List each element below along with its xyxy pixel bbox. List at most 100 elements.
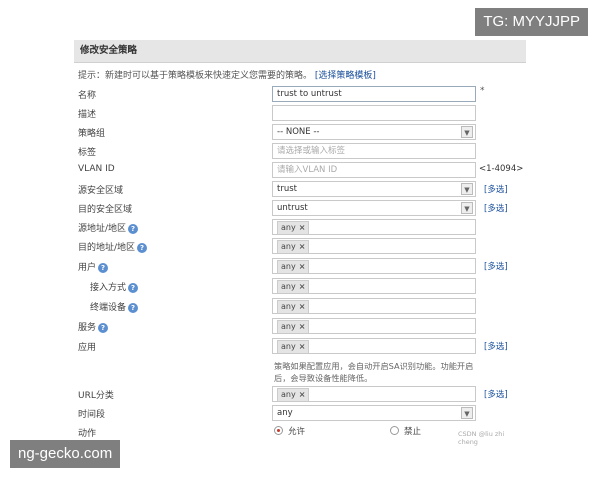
close-icon[interactable]: × — [299, 282, 306, 291]
time-label: 时间段 — [78, 410, 106, 420]
tag-chip-text: any — [281, 223, 296, 232]
description-input[interactable] — [272, 105, 476, 121]
time-select[interactable]: any ▼ — [272, 405, 476, 421]
src-addr-input[interactable]: any × — [272, 219, 476, 235]
url-label: URL分类 — [78, 391, 114, 401]
src-addr-label: 源地址/地区? — [78, 221, 139, 234]
close-icon[interactable]: × — [299, 223, 306, 232]
service-label-text: 服务 — [78, 323, 97, 333]
tag-chip-text: any — [281, 282, 296, 291]
chevron-down-icon[interactable]: ▼ — [461, 407, 473, 419]
tag-chip-text: any — [281, 342, 296, 351]
user-input[interactable]: any × — [272, 258, 476, 274]
select-template-link[interactable]: [选择策略模板] — [315, 71, 376, 81]
row-dst-zone: 目的安全区域 untrust ▼ [多选] — [74, 200, 526, 218]
service-label: 服务? — [78, 320, 109, 333]
service-input[interactable]: any × — [272, 318, 476, 334]
application-input[interactable]: any × — [272, 338, 476, 354]
application-label: 应用 — [78, 343, 97, 353]
close-icon[interactable]: × — [299, 322, 306, 331]
vlan-label: VLAN ID — [78, 164, 115, 174]
row-url: URL分类 any × [多选] — [74, 386, 526, 404]
description-label: 描述 — [78, 110, 97, 120]
src-addr-label-text: 源地址/地区 — [78, 224, 127, 234]
url-multi-link[interactable]: [多选] — [484, 388, 508, 400]
close-icon[interactable]: × — [299, 242, 306, 251]
dst-zone-value: untrust — [277, 203, 308, 213]
tag-chip: any × — [277, 260, 310, 273]
watermark-top: TG: MYYJJPP — [475, 8, 588, 36]
row-dst-addr: 目的地址/地区? any × — [74, 238, 526, 256]
allow-radio[interactable] — [274, 426, 283, 435]
tag-chip-text: any — [281, 242, 296, 251]
user-label: 用户? — [78, 260, 109, 273]
terminal-label: 终端设备? — [90, 300, 139, 313]
question-icon[interactable]: ? — [128, 223, 139, 234]
row-src-zone: 源安全区域 trust ▼ [多选] — [74, 181, 526, 199]
tag-chip-text: any — [281, 322, 296, 331]
tag-chip: any × — [277, 280, 310, 293]
policy-group-label: 策略组 — [78, 129, 106, 139]
row-application: 应用 any × [多选] — [74, 338, 526, 356]
tag-chip: any × — [277, 388, 310, 401]
src-zone-multi-link[interactable]: [多选] — [484, 183, 508, 195]
vlan-input[interactable]: 请输入VLAN ID — [272, 162, 476, 178]
policy-group-select[interactable]: -- NONE -- ▼ — [272, 124, 476, 140]
deny-radio[interactable] — [390, 426, 399, 435]
time-value: any — [277, 408, 293, 418]
row-user: 用户? any × [多选] — [74, 258, 526, 276]
dst-zone-label: 目的安全区域 — [78, 205, 133, 215]
tag-chip-text: any — [281, 390, 296, 399]
application-multi-link[interactable]: [多选] — [484, 340, 508, 352]
name-label: 名称 — [78, 91, 97, 101]
csdn-credit: CSDN @liu zhi cheng — [458, 430, 505, 446]
close-icon[interactable]: × — [299, 390, 306, 399]
tag-chip: any × — [277, 221, 310, 234]
dst-addr-label: 目的地址/地区? — [78, 240, 148, 253]
row-terminal: 终端设备? any × — [74, 298, 526, 316]
question-icon[interactable]: ? — [128, 282, 139, 293]
question-icon[interactable]: ? — [128, 302, 139, 313]
chevron-down-icon[interactable]: ▼ — [461, 126, 473, 138]
access-mode-input[interactable]: any × — [272, 278, 476, 294]
row-description: 描述 — [74, 105, 526, 123]
question-icon[interactable]: ? — [137, 242, 148, 253]
row-vlan: VLAN ID 请输入VLAN ID <1-4094> — [74, 162, 526, 180]
dst-addr-input[interactable]: any × — [272, 238, 476, 254]
url-input[interactable]: any × — [272, 386, 476, 402]
src-zone-value: trust — [277, 184, 297, 194]
dst-zone-select[interactable]: untrust ▼ — [272, 200, 476, 216]
dst-zone-multi-link[interactable]: [多选] — [484, 202, 508, 214]
watermark-bottom: ng-gecko.com — [10, 440, 121, 468]
close-icon[interactable]: × — [299, 342, 306, 351]
chevron-down-icon[interactable]: ▼ — [461, 202, 473, 214]
question-icon[interactable]: ? — [98, 262, 109, 273]
terminal-input[interactable]: any × — [272, 298, 476, 314]
row-src-addr: 源地址/地区? any × — [74, 219, 526, 237]
close-icon[interactable]: × — [299, 262, 306, 271]
tag-input[interactable]: 请选择或输入标签 — [272, 143, 476, 159]
dst-addr-label-text: 目的地址/地区 — [78, 243, 136, 253]
chevron-down-icon[interactable]: ▼ — [461, 183, 473, 195]
tag-chip: any × — [277, 240, 310, 253]
close-icon[interactable]: × — [299, 302, 306, 311]
tag-chip-text: any — [281, 262, 296, 271]
policy-group-value: -- NONE -- — [277, 127, 320, 137]
tag-chip: any × — [277, 320, 310, 333]
src-zone-label: 源安全区域 — [78, 186, 124, 196]
action-label: 动作 — [78, 429, 97, 439]
tag-chip-text: any — [281, 302, 296, 311]
allow-label: 允许 — [288, 427, 306, 437]
name-input[interactable]: trust to untrust — [272, 86, 476, 102]
src-zone-select[interactable]: trust ▼ — [272, 181, 476, 197]
hint-text: 提示：新建时可以基于策略模板来快速定义您需要的策略。 — [78, 71, 313, 81]
row-access-mode: 接入方式? any × — [74, 278, 526, 296]
row-policy-group: 策略组 -- NONE -- ▼ — [74, 124, 526, 142]
terminal-label-text: 终端设备 — [90, 303, 127, 313]
user-multi-link[interactable]: [多选] — [484, 260, 508, 272]
tag-label: 标签 — [78, 148, 97, 158]
user-label-text: 用户 — [78, 263, 97, 273]
question-icon[interactable]: ? — [98, 322, 109, 333]
row-service: 服务? any × — [74, 318, 526, 336]
access-mode-label: 接入方式? — [90, 280, 139, 293]
